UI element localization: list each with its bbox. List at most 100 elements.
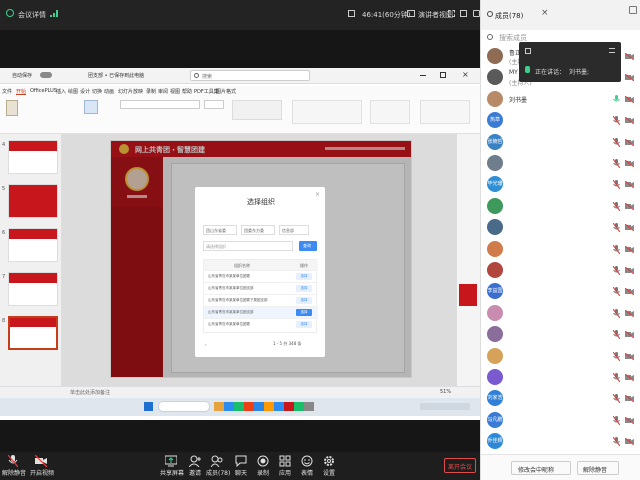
video-button[interactable]: 开启视频 <box>30 455 54 477</box>
reactions-button[interactable]: 表情 <box>296 455 318 477</box>
settings-button[interactable]: 设置 <box>318 455 340 477</box>
mic-muted-icon[interactable] <box>613 180 620 190</box>
ppt-tab[interactable]: 开始 <box>16 88 26 95</box>
camera-off-icon[interactable] <box>625 74 634 82</box>
mic-muted-icon[interactable] <box>613 137 620 147</box>
mic-muted-icon[interactable] <box>613 437 620 447</box>
table-row[interactable]: 山东省青岛市某某单位团委下属团支部 选择 <box>204 294 318 306</box>
mic-muted-icon[interactable] <box>613 116 620 126</box>
ribbon-font-group[interactable] <box>120 100 200 109</box>
select-org-button[interactable]: 选择 <box>296 309 312 316</box>
chat-button[interactable]: 聊天 <box>230 455 252 477</box>
ribbon-arrange-group[interactable] <box>370 100 410 124</box>
ppt-search-box[interactable]: 搜索 <box>190 70 310 81</box>
speaker-view-icon[interactable] <box>348 10 355 17</box>
invite-button[interactable]: 邀请 <box>184 455 206 477</box>
rename-button[interactable]: 修改会中昵称 <box>511 461 571 475</box>
ppt-tab[interactable]: 设计 <box>80 88 90 95</box>
ppt-tab[interactable]: 幻灯片放映 <box>118 88 143 95</box>
member-row[interactable] <box>487 196 637 218</box>
fullscreen-icon[interactable] <box>460 10 467 17</box>
slide-thumbnail[interactable] <box>8 272 58 306</box>
members-toggle-icon[interactable] <box>473 10 480 17</box>
pagination-prev[interactable]: ‹ <box>205 342 207 347</box>
speaking-grip-icon[interactable] <box>525 48 531 54</box>
ppt-tab[interactable]: 图片格式 <box>216 88 236 95</box>
mic-muted-icon[interactable] <box>613 330 620 340</box>
ppt-tab[interactable]: OfficePLUS <box>30 88 57 94</box>
autosave-toggle[interactable] <box>40 72 52 78</box>
ppt-tab[interactable]: 切换 <box>92 88 102 95</box>
share-button[interactable]: 共享屏幕 <box>160 455 184 477</box>
org-search-input[interactable]: 请选择组织 <box>203 241 293 251</box>
ribbon-font-size[interactable] <box>204 100 224 109</box>
members-button[interactable]: 成员(78) <box>206 455 230 477</box>
table-row[interactable]: 山东省青岛市某某单位团委 选择 <box>204 270 318 282</box>
camera-off-icon[interactable] <box>625 288 634 296</box>
camera-off-icon[interactable] <box>625 95 634 103</box>
mic-muted-icon[interactable] <box>613 266 620 275</box>
camera-off-icon[interactable] <box>625 352 634 360</box>
autosave-label[interactable]: 自动保存 <box>12 72 32 79</box>
camera-off-icon[interactable] <box>625 309 634 317</box>
camera-off-icon[interactable] <box>625 245 634 253</box>
member-row[interactable]: 乔佳颖 <box>487 431 637 453</box>
camera-off-icon[interactable] <box>625 395 634 403</box>
ppt-tab[interactable]: 文件 <box>2 88 12 95</box>
apps-button[interactable]: 应用 <box>274 455 296 477</box>
camera-off-icon[interactable] <box>625 138 634 146</box>
ppt-tab[interactable]: 视图 <box>170 88 180 95</box>
speaking-minimize-icon[interactable] <box>609 48 615 53</box>
table-row[interactable]: 山东省青岛市某某单位团支部 选择 <box>204 306 318 318</box>
slide-thumbnail[interactable] <box>8 228 58 262</box>
camera-off-icon[interactable] <box>625 53 634 60</box>
member-row[interactable]: 马凡鹏 <box>487 410 637 432</box>
camera-off-icon[interactable] <box>625 160 634 167</box>
member-row[interactable] <box>487 239 637 261</box>
mic-muted-icon[interactable] <box>613 351 620 361</box>
camera-off-icon[interactable] <box>625 416 634 424</box>
camera-off-icon[interactable] <box>625 224 634 232</box>
mic-muted-icon[interactable] <box>613 159 620 168</box>
member-row[interactable] <box>487 153 637 175</box>
leave-meeting-button[interactable]: 离开会议 <box>444 458 476 473</box>
member-row[interactable] <box>487 324 637 346</box>
ppt-tab[interactable]: 绘图 <box>68 88 78 95</box>
org-select-2[interactable]: 团委东方委 <box>241 225 275 235</box>
camera-off-icon[interactable] <box>625 331 634 339</box>
member-row[interactable]: 热草 <box>487 110 637 132</box>
member-row[interactable]: 刘书墨 <box>487 89 637 111</box>
org-select-3[interactable]: 信息部 <box>279 225 309 235</box>
file-name[interactable]: 团支部 • 已保存到此电脑 <box>88 72 144 79</box>
layout-icon[interactable] <box>407 10 415 17</box>
exit-fullscreen-icon[interactable] <box>448 10 455 17</box>
meeting-title[interactable]: 会议详情 <box>18 10 46 20</box>
ppt-tab[interactable]: 录制 <box>146 88 156 95</box>
dialog-close-icon[interactable]: × <box>315 191 320 198</box>
table-row[interactable]: 山东省青岛市某某单位团支部 选择 <box>204 282 318 294</box>
select-org-button[interactable]: 选择 <box>296 285 312 292</box>
select-org-button[interactable]: 选择 <box>296 321 312 328</box>
mute-button[interactable]: 解除静音 <box>2 455 26 477</box>
mic-muted-icon[interactable] <box>613 308 620 318</box>
member-row[interactable] <box>487 217 637 239</box>
org-select-1[interactable]: 团山东省委 <box>203 225 237 235</box>
mic-muted-icon[interactable] <box>613 373 620 382</box>
mic-muted-icon[interactable] <box>613 223 620 233</box>
mic-muted-icon[interactable] <box>613 394 620 404</box>
member-row[interactable] <box>487 346 637 368</box>
ribbon-editing-group[interactable] <box>420 100 470 124</box>
system-tray[interactable] <box>420 403 470 410</box>
taskbar-app-icons[interactable] <box>214 402 314 411</box>
ppt-tab[interactable]: 动画 <box>104 88 114 95</box>
mic-muted-icon[interactable] <box>613 415 620 425</box>
member-row[interactable]: 毕光珊 <box>487 174 637 196</box>
taskbar-search-box[interactable] <box>158 401 210 412</box>
mic-muted-icon[interactable] <box>613 287 620 297</box>
ppt-tab[interactable]: 审阅 <box>158 88 168 95</box>
member-row[interactable]: 刘家浩 <box>487 388 637 410</box>
member-row[interactable]: 李益国 <box>487 281 637 303</box>
table-row[interactable]: 山东省青岛市某某单位团委 选择 <box>204 318 318 330</box>
select-org-button[interactable]: 选择 <box>296 273 312 280</box>
ppt-tab[interactable]: 插入 <box>56 88 66 95</box>
